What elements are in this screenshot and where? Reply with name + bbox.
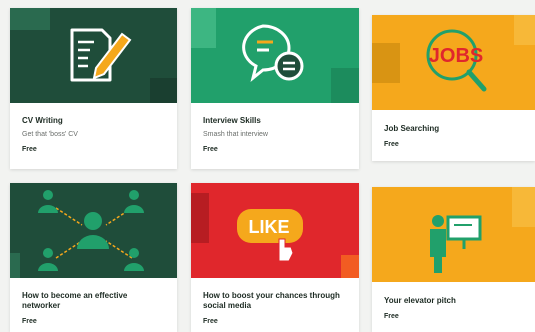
course-price: Free	[22, 146, 37, 153]
course-price: Free	[203, 318, 218, 325]
course-info: Your elevator pitch Free	[384, 296, 525, 320]
course-card-cv-writing[interactable]: CV Writing Get that 'boss' CV Free	[10, 8, 177, 169]
course-price: Free	[384, 141, 399, 148]
course-price: Free	[22, 318, 37, 325]
cv-document-pen-icon	[10, 8, 177, 103]
course-thumbnail	[10, 8, 177, 103]
course-card-job-searching[interactable]: JOBS Job Searching Free	[372, 15, 535, 161]
course-title: Job Searching	[384, 124, 440, 133]
course-price: Free	[384, 313, 399, 320]
course-title: How to boost your chances through social…	[203, 291, 340, 310]
course-thumbnail	[372, 187, 535, 282]
course-info: Interview Skills Smash that interview Fr…	[203, 116, 349, 153]
jobs-magnifier-icon: JOBS	[372, 15, 535, 92]
course-title: CV Writing	[22, 116, 63, 125]
course-thumbnail: JOBS	[372, 15, 535, 110]
course-info: CV Writing Get that 'boss' CV Free	[22, 116, 167, 153]
jobs-text: JOBS	[429, 45, 483, 67]
course-info: Job Searching Free	[384, 124, 525, 148]
course-title: Your elevator pitch	[384, 296, 456, 305]
course-subtitle: Smash that interview	[203, 131, 268, 138]
course-thumbnail: LIKE	[191, 183, 359, 278]
course-info: How to become an effective networker Fre…	[22, 291, 167, 325]
course-card-elevator-pitch[interactable]: Your elevator pitch Free	[372, 187, 535, 332]
course-subtitle: Get that 'boss' CV	[22, 131, 78, 138]
like-hand-icon: LIKE	[191, 193, 359, 278]
course-card-social-media[interactable]: LIKE How to boost your chances through s…	[191, 183, 359, 332]
course-title: How to become an effective networker	[22, 291, 128, 310]
course-price: Free	[203, 146, 218, 153]
course-card-networker[interactable]: How to become an effective networker Fre…	[10, 183, 177, 332]
course-thumbnail	[10, 183, 177, 278]
network-people-icon	[10, 190, 144, 278]
course-info: How to boost your chances through social…	[203, 291, 349, 325]
course-card-interview-skills[interactable]: Interview Skills Smash that interview Fr…	[191, 8, 359, 169]
course-thumbnail	[191, 8, 359, 103]
presenter-board-icon	[430, 187, 535, 273]
course-title: Interview Skills	[203, 116, 261, 125]
speech-bubbles-icon	[191, 8, 359, 103]
like-text: LIKE	[248, 217, 289, 237]
